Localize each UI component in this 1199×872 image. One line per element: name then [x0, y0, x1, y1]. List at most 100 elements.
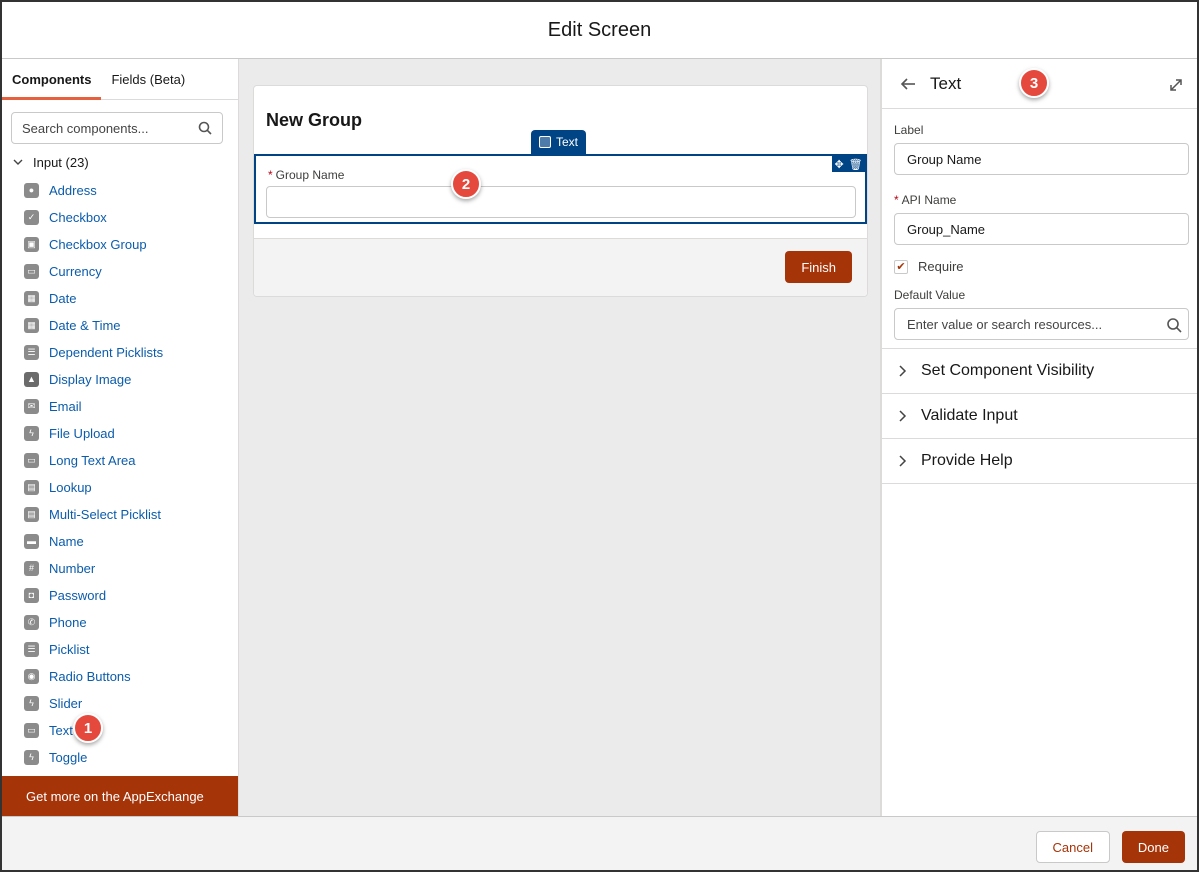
screen-footer: Finish [254, 238, 867, 296]
component-email[interactable]: ✉ Email [2, 393, 238, 420]
arrow-left-icon[interactable] [900, 77, 916, 91]
section-validate-input[interactable]: Validate Input [882, 394, 1197, 439]
tab-components[interactable]: Components [2, 59, 102, 100]
accordion: Set Component Visibility Validate Input … [882, 348, 1197, 484]
api-name-input[interactable]: Group_Name [894, 213, 1189, 245]
component-label: Phone [49, 615, 87, 630]
component-radio-buttons[interactable]: ◉ Radio Buttons [2, 663, 238, 690]
finish-button[interactable]: Finish [785, 251, 852, 283]
component-label: Text [49, 723, 73, 738]
lookup-icon: ▤ [24, 480, 39, 495]
component-number[interactable]: # Number [2, 555, 238, 582]
radio-icon: ◉ [24, 669, 39, 684]
default-value-field [894, 308, 1189, 340]
component-long-text-area[interactable]: ▭ Long Text Area [2, 447, 238, 474]
section-input-label: Input (23) [33, 154, 89, 170]
component-phone[interactable]: ✆ Phone [2, 609, 238, 636]
component-date[interactable]: ▦ Date [2, 285, 238, 312]
api-name-caption: * API Name [894, 193, 1187, 207]
component-display-image[interactable]: ▲ Display Image [2, 366, 238, 393]
cancel-button[interactable]: Cancel [1035, 831, 1110, 863]
group-name-label-text: Group Name [275, 168, 345, 182]
group-name-input-preview[interactable] [266, 186, 856, 218]
component-label: Address [49, 183, 97, 198]
datetime-icon: ▦ [24, 318, 39, 333]
expand-icon[interactable] [1169, 78, 1183, 92]
modal-header: Edit Screen [2, 2, 1197, 59]
component-actions: ✥ 🗑 [832, 156, 865, 172]
search-icon[interactable] [1166, 317, 1182, 333]
component-dependent-picklists[interactable]: ☰ Dependent Picklists [2, 339, 238, 366]
component-label: Name [49, 534, 84, 549]
list-icon: ☰ [24, 642, 39, 657]
phone-icon: ✆ [24, 615, 39, 630]
properties-panel: Text Label Group Name * API Name Group_Na… [880, 59, 1197, 816]
component-password[interactable]: ◘ Password [2, 582, 238, 609]
component-picklist[interactable]: ☰ Picklist [2, 636, 238, 663]
callout-1: 1 [73, 713, 103, 743]
selected-component-label: Text [556, 135, 579, 149]
group-name-label: * Group Name [268, 168, 344, 182]
component-address[interactable]: ● Address [2, 177, 238, 204]
component-toggle[interactable]: ϟ Toggle [2, 744, 238, 771]
selected-component-tab[interactable]: Text [531, 130, 587, 154]
components-panel: Components Fields (Beta) Input (23) ● Add… [2, 59, 239, 816]
chevron-right-icon [899, 455, 907, 467]
component-search-input[interactable] [22, 120, 192, 136]
required-asterisk: * [268, 168, 273, 182]
section-input[interactable]: Input (23) [13, 152, 238, 172]
chevron-down-icon [13, 159, 23, 165]
section-provide-help[interactable]: Provide Help [882, 439, 1197, 484]
move-icon[interactable]: ✥ [834, 158, 843, 171]
properties-title: Text [930, 73, 962, 93]
component-label: Multi-Select Picklist [49, 507, 161, 522]
trash-icon[interactable]: 🗑 [849, 158, 863, 171]
section-label: Validate Input [921, 407, 1018, 424]
component-currency[interactable]: ▭ Currency [2, 258, 238, 285]
component-label: Toggle [49, 750, 88, 765]
component-lookup[interactable]: ▤ Lookup [2, 474, 238, 501]
component-label: Slider [49, 696, 83, 711]
component-label: Date & Time [49, 318, 121, 333]
bolt-icon: ϟ [24, 426, 39, 441]
default-value-input[interactable] [907, 316, 1157, 332]
default-value-caption: Default Value [894, 288, 966, 302]
list-icon: ☰ [24, 345, 39, 360]
component-label: Picklist [49, 642, 90, 657]
require-checkbox-row: ✔ Require [894, 259, 1187, 274]
edit-screen-modal: Edit Screen Components Fields (Beta) Inp… [0, 0, 1199, 872]
number-icon: # [24, 561, 39, 576]
component-name[interactable]: ▬ Name [2, 528, 238, 555]
component-label: Radio Buttons [49, 669, 131, 684]
component-date-time[interactable]: ▦ Date & Time [2, 312, 238, 339]
component-multi-select-picklist[interactable]: ▤ Multi-Select Picklist [2, 501, 238, 528]
component-label: Email [49, 399, 82, 414]
component-text[interactable]: ▭ Text [2, 717, 238, 744]
require-checkbox[interactable]: ✔ [894, 259, 908, 274]
screen-title: New Group [266, 110, 363, 130]
email-icon: ✉ [24, 399, 39, 414]
component-label: Password [49, 588, 107, 603]
callout-3: 3 [1019, 68, 1049, 98]
appexchange-button[interactable]: Get more on the AppExchange [2, 776, 238, 816]
search-icon[interactable] [198, 121, 212, 135]
component-slider[interactable]: ϟ Slider [2, 690, 238, 717]
label-input[interactable]: Group Name [894, 143, 1189, 175]
component-label: Checkbox Group [49, 237, 147, 252]
text-field-icon [539, 136, 551, 148]
component-checkbox[interactable]: ✓ Checkbox [2, 204, 238, 231]
tab-fields-beta[interactable]: Fields (Beta) [101, 59, 195, 99]
bolt-icon: ϟ [24, 696, 39, 711]
component-checkbox-group[interactable]: ▣ Checkbox Group [2, 231, 238, 258]
component-label: Lookup [49, 480, 92, 495]
panel-tabs: Components Fields (Beta) [2, 59, 238, 100]
textarea-icon: ▭ [24, 453, 39, 468]
bolt-icon: ϟ [24, 750, 39, 765]
require-label: Require [918, 259, 964, 274]
screen-card: New Group Text ✥ 🗑 * Group Name Finish [253, 85, 868, 297]
section-set-component-visibility[interactable]: Set Component Visibility [882, 349, 1197, 394]
done-button[interactable]: Done [1121, 831, 1185, 863]
selected-text-component[interactable]: ✥ 🗑 * Group Name [254, 154, 867, 224]
chevron-right-icon [899, 410, 907, 422]
component-file-upload[interactable]: ϟ File Upload [2, 420, 238, 447]
